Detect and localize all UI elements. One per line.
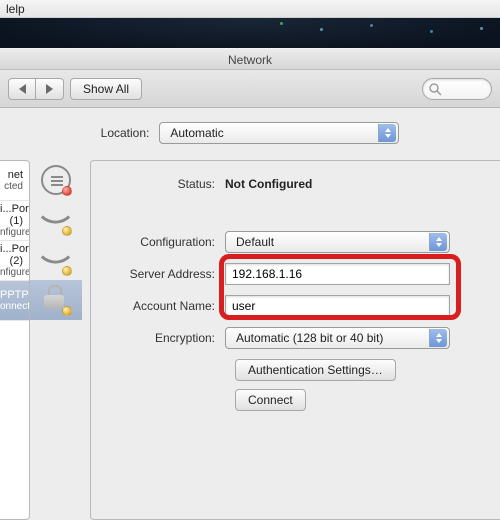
service-icon-vpn <box>30 280 82 320</box>
service-status: onnected <box>0 301 23 313</box>
service-icon-port1 <box>30 200 82 240</box>
account-name-label: Account Name: <box>101 299 225 313</box>
service-name: net <box>0 169 23 181</box>
service-name: PPTP) <box>0 289 23 301</box>
service-item-ethernet[interactable]: net cted <box>0 161 29 201</box>
service-list[interactable]: net cted i...Port (1) nfigured i...Port … <box>0 160 30 520</box>
window-title: Network <box>228 53 272 67</box>
menubar: lelp <box>0 0 500 18</box>
location-select[interactable]: Automatic <box>159 122 399 144</box>
location-value: Automatic <box>170 126 223 140</box>
status-dot-yellow <box>62 266 72 276</box>
window-titlebar: Network <box>0 48 500 70</box>
select-arrows-icon <box>378 124 396 142</box>
configuration-label: Configuration: <box>101 235 225 249</box>
configuration-select[interactable]: Default <box>225 231 450 253</box>
location-label: Location: <box>101 126 150 140</box>
content: Location: Automatic net cted i...Port (1… <box>0 108 500 500</box>
status-dot-red <box>62 186 72 196</box>
service-status: nfigured <box>0 227 23 239</box>
encryption-value: Automatic (128 bit or 40 bit) <box>236 331 383 345</box>
forward-button[interactable] <box>36 78 64 100</box>
service-status: nfigured <box>0 267 23 279</box>
status-value: Not Configured <box>225 177 490 191</box>
show-all-button[interactable]: Show All <box>70 78 142 100</box>
status-label: Status: <box>101 177 225 191</box>
service-item-port1[interactable]: i...Port (1) nfigured <box>0 201 29 241</box>
authentication-settings-button[interactable]: Authentication Settings… <box>235 359 396 381</box>
status-dot-yellow <box>62 226 72 236</box>
toolbar: Show All <box>0 70 500 108</box>
details-panel: Status: Not Configured Configuration: De… <box>90 160 500 520</box>
chevron-left-icon <box>19 84 26 94</box>
back-button[interactable] <box>8 78 36 100</box>
chevron-right-icon <box>46 84 53 94</box>
location-row: Location: Automatic <box>0 108 500 160</box>
encryption-select[interactable]: Automatic (128 bit or 40 bit) <box>225 327 450 349</box>
service-item-vpn-pptp[interactable]: PPTP) onnected <box>0 281 29 321</box>
nav-buttons <box>8 78 64 100</box>
search-field-container <box>422 78 492 100</box>
service-icon-port2 <box>30 240 82 280</box>
status-dot-yellow <box>62 306 72 316</box>
encryption-label: Encryption: <box>101 331 225 345</box>
service-item-port2[interactable]: i...Port (2) nfigured <box>0 241 29 281</box>
service-icon-ethernet <box>30 160 82 200</box>
select-arrows-icon <box>429 233 447 251</box>
select-arrows-icon <box>429 329 447 347</box>
desktop-background <box>0 18 500 48</box>
server-address-label: Server Address: <box>101 267 225 281</box>
menu-help[interactable]: lelp <box>6 2 25 16</box>
split-pane: net cted i...Port (1) nfigured i...Port … <box>0 160 500 520</box>
service-name: i...Port (2) <box>0 243 23 267</box>
connect-button[interactable]: Connect <box>235 389 306 411</box>
service-icons <box>30 160 82 520</box>
server-address-input[interactable] <box>225 263 450 285</box>
account-name-input[interactable] <box>225 295 450 317</box>
configuration-value: Default <box>236 235 274 249</box>
search-icon <box>428 82 442 96</box>
service-status: cted <box>0 181 23 193</box>
service-name: i...Port (1) <box>0 203 23 227</box>
